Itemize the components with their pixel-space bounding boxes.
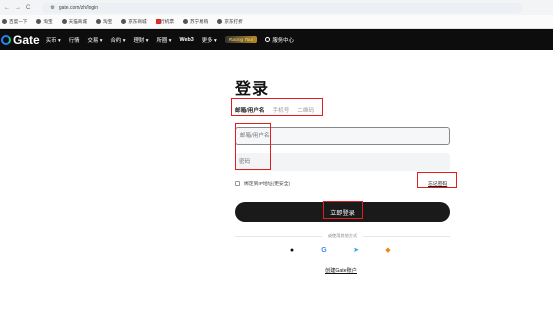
remember-label: 绑定到IP地址(更安全) — [244, 182, 291, 187]
menu-item-markets[interactable]: 行情 — [69, 36, 80, 44]
menu-item-futures[interactable]: 合约 ▾ — [110, 36, 125, 44]
page-title: 登录 — [235, 81, 270, 98]
tab-email[interactable]: 邮箱/用户名 — [235, 106, 265, 114]
menu-item-more[interactable]: 更多 ▾ — [202, 36, 217, 44]
menu-item-trade[interactable]: 交易 ▾ — [87, 36, 102, 44]
email-field[interactable] — [235, 127, 450, 145]
bookmarks-bar: 百度一下 淘宝 天猫商城 淘宝 京东商城 旅行机票 苏宁易购 京东打折 — [0, 15, 553, 29]
bookmark-icon — [2, 19, 7, 24]
password-field[interactable] — [235, 153, 450, 171]
bookmark-item[interactable]: 百度一下 — [2, 19, 27, 25]
service-center[interactable]: 服务中心 — [265, 36, 294, 44]
browser-nav: ← → C — [4, 5, 30, 11]
metamask-icon[interactable]: ◆ — [383, 245, 393, 255]
site-info-icon[interactable]: ⚙ — [50, 5, 54, 11]
bookmark-icon — [121, 19, 127, 24]
login-button[interactable]: 立即登录 — [235, 202, 450, 222]
other-methods-label: 或使用其他方式 — [327, 233, 358, 238]
bookmark-item[interactable]: 天猫商城 — [61, 19, 87, 25]
bookmark-item[interactable]: 旅行机票 — [155, 19, 174, 25]
bookmark-icon — [217, 19, 223, 24]
checkbox[interactable] — [235, 181, 240, 186]
logo-text: Gate — [13, 32, 40, 47]
bookmark-item[interactable]: 京东商城 — [121, 19, 147, 25]
bookmark-icon — [61, 19, 67, 24]
bookmark-icon — [95, 19, 101, 24]
menu-item-earn[interactable]: 理财 ▾ — [133, 36, 148, 44]
google-icon[interactable]: G — [319, 245, 329, 255]
remember-ip[interactable]: 绑定到IP地址(更安全) — [235, 180, 290, 187]
divider-line — [235, 235, 322, 237]
bookmark-item[interactable]: 淘宝 — [95, 19, 112, 25]
url-text: gate.com/zh/login — [58, 4, 99, 11]
tab-qrcode[interactable]: 二维码 — [297, 106, 314, 114]
social-login: ● G ➤ ◆ — [287, 245, 393, 255]
main-menu: 买币 ▾ 行情 交易 ▾ 合约 ▾ 理财 ▾ 所圈 ▾ Web3 更多 ▾ Ra… — [46, 36, 294, 44]
menu-item-web3[interactable]: Web3 — [179, 37, 193, 43]
browser-address-bar: ← → C ⚙ gate.com/zh/login — [0, 0, 553, 15]
reload-icon[interactable]: C — [26, 5, 30, 11]
site-header: Gate 买币 ▾ 行情 交易 ▾ 合约 ▾ 理财 ▾ 所圈 ▾ Web3 更多… — [0, 29, 553, 50]
login-panel: 登录 邮箱/用户名 手机号 二维码 绑定到IP地址(更安全) 忘记密码 立即登录… — [235, 75, 451, 274]
back-icon[interactable]: ← — [4, 5, 10, 11]
other-methods-divider: 或使用其他方式 — [235, 233, 451, 239]
telegram-icon[interactable]: ➤ — [351, 245, 361, 255]
url-field[interactable]: ⚙ gate.com/zh/login — [42, 2, 523, 13]
divider-line — [363, 235, 451, 237]
forgot-password-link[interactable]: 忘记密码 — [428, 180, 447, 187]
login-tabs: 邮箱/用户名 手机号 二维码 — [235, 106, 314, 114]
bookmark-item[interactable]: 淘宝 — [36, 19, 53, 25]
menu-item-square[interactable]: 所圈 ▾ — [156, 36, 171, 44]
bookmark-icon — [36, 19, 42, 24]
gate-logo[interactable]: Gate — [1, 33, 40, 47]
apple-icon[interactable]: ● — [287, 245, 297, 255]
logo-ring-icon — [1, 34, 11, 45]
bookmark-item[interactable]: 京东打折 — [217, 19, 243, 25]
bookmark-icon — [182, 19, 188, 24]
menu-item-buy[interactable]: 买币 ▾ — [46, 36, 61, 44]
signup-link[interactable]: 创建Gate账户 — [325, 267, 357, 274]
bookmark-item[interactable]: 苏宁易购 — [182, 19, 208, 25]
globe-icon — [265, 37, 271, 42]
promo-badge[interactable]: Racing Tour — [224, 36, 258, 43]
forward-icon[interactable]: → — [15, 5, 21, 11]
tab-phone[interactable]: 手机号 — [273, 106, 290, 114]
